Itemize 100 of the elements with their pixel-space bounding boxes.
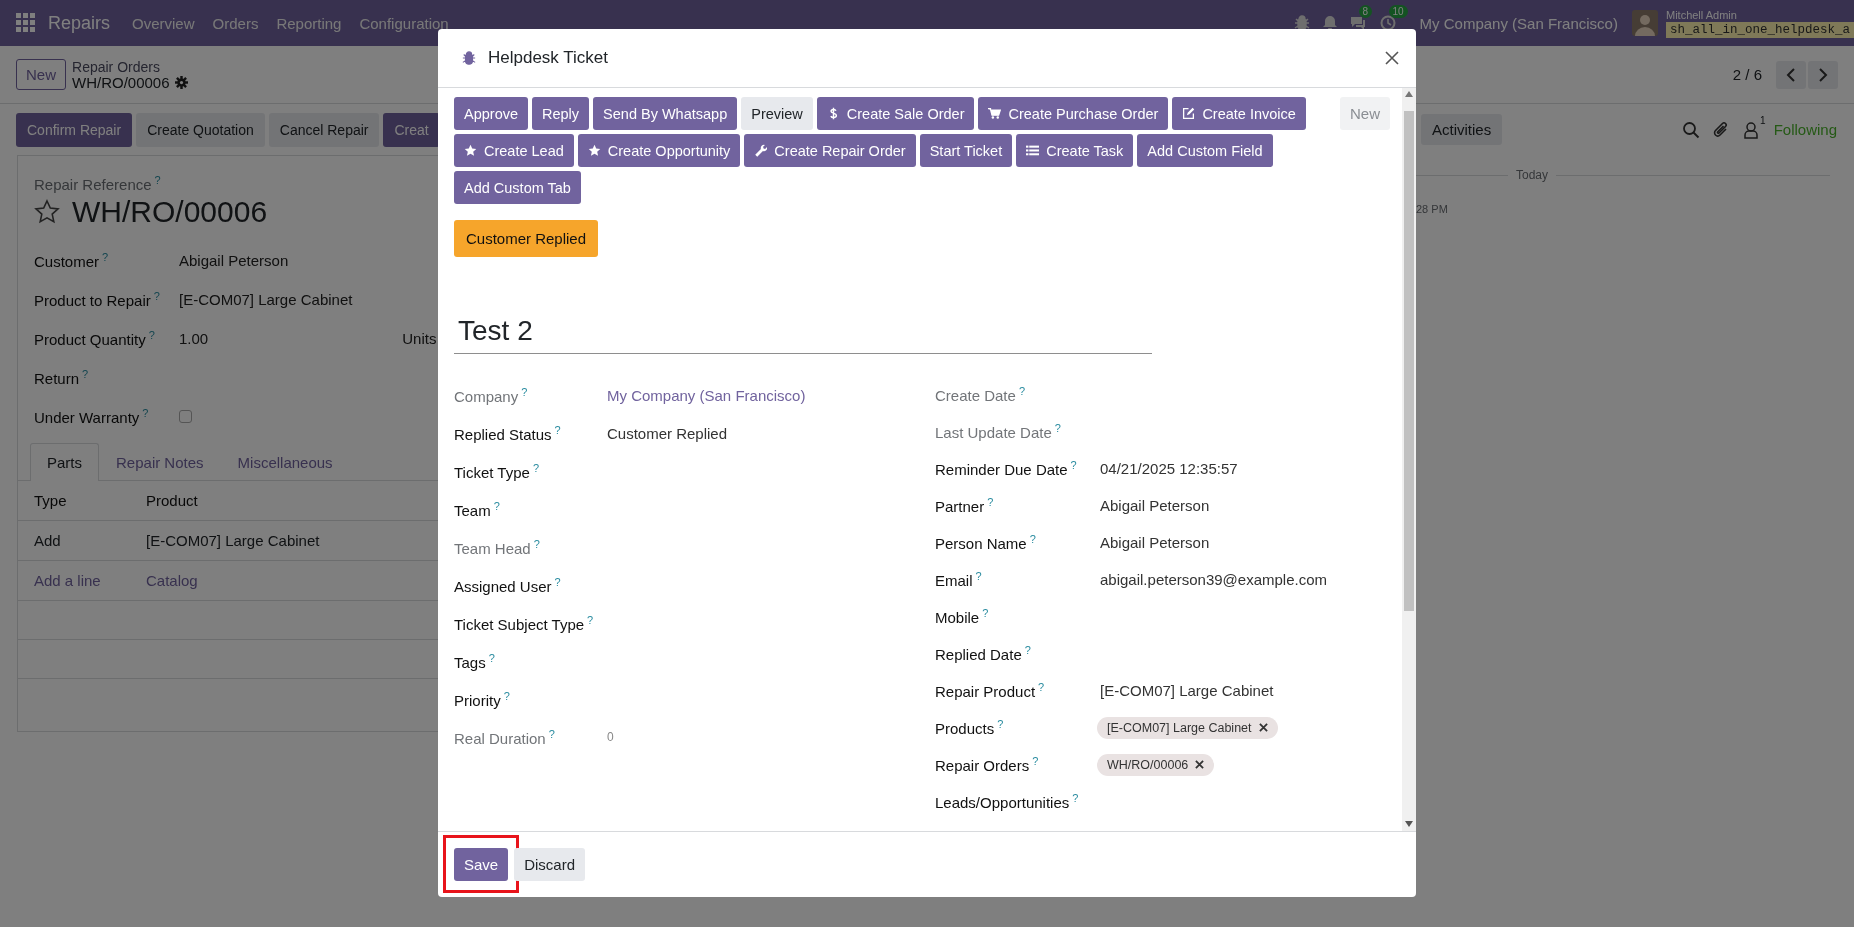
action-button[interactable]: Create Purchase Order [978,97,1169,130]
person-icon[interactable] [1742,120,1761,139]
remove-icon[interactable] [1195,760,1205,769]
activities-button[interactable]: Activities [1421,114,1503,145]
tab[interactable]: Miscellaneous [220,443,350,481]
help-mark[interactable]: ? [1032,755,1039,767]
tab[interactable]: Parts [30,443,99,481]
column-header[interactable]: Type [18,492,146,509]
breadcrumb-link[interactable]: Repair Orders [72,58,188,75]
save-button[interactable]: Save [454,848,509,881]
help-mark[interactable]: ? [982,607,989,619]
avatar-icon[interactable] [1631,10,1658,36]
user-name[interactable]: Mitchell Admin [1665,8,1854,21]
action-button[interactable]: Preview [741,97,813,130]
menu-item[interactable]: Reporting [276,14,342,32]
discard-button[interactable]: Discard [514,848,586,881]
help-mark[interactable]: ? [987,496,994,508]
status-action-button[interactable]: Cancel Repair [268,113,380,147]
column-header[interactable]: Product [146,492,198,509]
help-mark[interactable]: ? [154,174,161,186]
help-mark[interactable]: ? [1029,533,1036,545]
help-mark[interactable]: ? [975,570,982,582]
help-mark[interactable]: ? [521,385,528,398]
new-button[interactable]: New [1340,97,1390,130]
new-button[interactable]: New [16,59,66,90]
status-action-button[interactable]: Confirm Repair [16,113,133,147]
bell-icon[interactable] [1321,15,1338,31]
help-mark[interactable]: ? [587,613,594,626]
field-value[interactable]: abigail.peterson39@example.com [1100,571,1328,588]
help-mark[interactable]: ? [1072,792,1079,804]
scrollbar[interactable] [1402,88,1416,831]
app-grid-icon[interactable] [16,13,36,33]
help-mark[interactable]: ? [488,651,495,664]
field-value[interactable]: Abigail Peterson [1100,497,1210,514]
catalog-link[interactable]: Catalog [146,572,198,589]
action-button[interactable]: Reply [532,97,590,130]
remove-icon[interactable] [1258,723,1268,732]
scroll-down-icon[interactable] [1405,821,1413,827]
app-name[interactable]: Repairs [48,12,111,34]
field-value[interactable]: [E-COM07] Large Cabinet [179,291,353,308]
tab[interactable]: Repair Notes [99,443,221,481]
help-mark[interactable]: ? [148,329,155,341]
previous-button[interactable] [1776,60,1806,89]
star-icon[interactable] [34,199,60,225]
menu-item[interactable]: Overview [132,14,195,32]
field-value[interactable]: Abigail Peterson [179,252,289,269]
help-mark[interactable]: ? [102,251,109,263]
help-mark[interactable]: ? [997,718,1004,730]
status-action-button[interactable]: Creat [383,113,440,147]
help-mark[interactable]: ? [153,290,160,302]
help-mark[interactable]: ? [503,689,510,702]
help-mark[interactable]: ? [493,499,500,512]
help-mark[interactable]: ? [533,537,540,550]
help-mark[interactable]: ? [554,575,561,588]
action-button[interactable]: Create Invoice [1172,97,1306,130]
ticket-name-field[interactable]: Test 2 [454,315,1152,354]
add-line-link[interactable]: Add a line [18,572,146,589]
help-mark[interactable]: ? [1054,422,1061,434]
field-value[interactable]: 04/21/2025 12:35:57 [1100,460,1238,477]
help-mark[interactable]: ? [142,407,149,419]
help-mark[interactable]: ? [1038,681,1045,693]
chevron-right-icon[interactable] [1818,67,1828,82]
chat-icon[interactable] [1349,15,1366,31]
field-value[interactable]: Customer Replied [607,424,728,442]
status-action-button[interactable]: Create Quotation [136,113,265,147]
menu-item[interactable]: Orders [212,14,259,32]
next-button[interactable] [1808,60,1838,89]
action-button[interactable]: Start Ticket [919,134,1013,167]
action-button[interactable]: Create Opportunity [577,134,741,167]
checkbox[interactable] [179,410,192,423]
action-button[interactable]: Add Custom Field [1137,134,1273,167]
action-button[interactable]: Create Sale Order [816,97,975,130]
bug-icon[interactable] [1293,15,1310,31]
help-mark[interactable]: ? [554,423,561,436]
action-button[interactable]: Create Repair Order [744,134,916,167]
settings-icon[interactable] [174,76,188,89]
help-mark[interactable]: ? [532,461,539,474]
field-link[interactable]: My Company (San Francisco) [607,386,806,404]
search-icon[interactable] [1682,120,1701,139]
field-value[interactable]: Abigail Peterson [1100,534,1210,551]
help-mark[interactable]: ? [1018,385,1025,397]
action-button[interactable]: Send By Whatsapp [593,97,738,130]
clock-icon[interactable] [1379,15,1396,31]
action-button[interactable]: Add Custom Tab [454,171,581,204]
scroll-up-icon[interactable] [1405,91,1413,97]
menu-item[interactable]: Configuration [359,14,449,32]
close-icon[interactable] [1384,50,1400,66]
tag[interactable]: [E-COM07] Large Cabinet [1097,716,1278,739]
field-value[interactable]: [E-COM07] Large Cabinet [1100,682,1274,699]
action-button[interactable]: Approve [454,97,528,130]
help-mark[interactable]: ? [1024,644,1031,656]
company-switcher[interactable]: My Company (San Francisco) [1419,14,1618,32]
field-value[interactable]: 1.00 [179,330,209,347]
help-mark[interactable]: ? [82,368,89,380]
action-button[interactable]: Create Task [1016,134,1134,167]
action-button[interactable]: Create Lead [454,134,574,167]
tag[interactable]: WH/RO/00006 [1097,753,1215,776]
help-mark[interactable]: ? [548,727,555,740]
help-mark[interactable]: ? [1070,459,1077,471]
pager-value[interactable]: 2 / 6 [1732,66,1762,83]
